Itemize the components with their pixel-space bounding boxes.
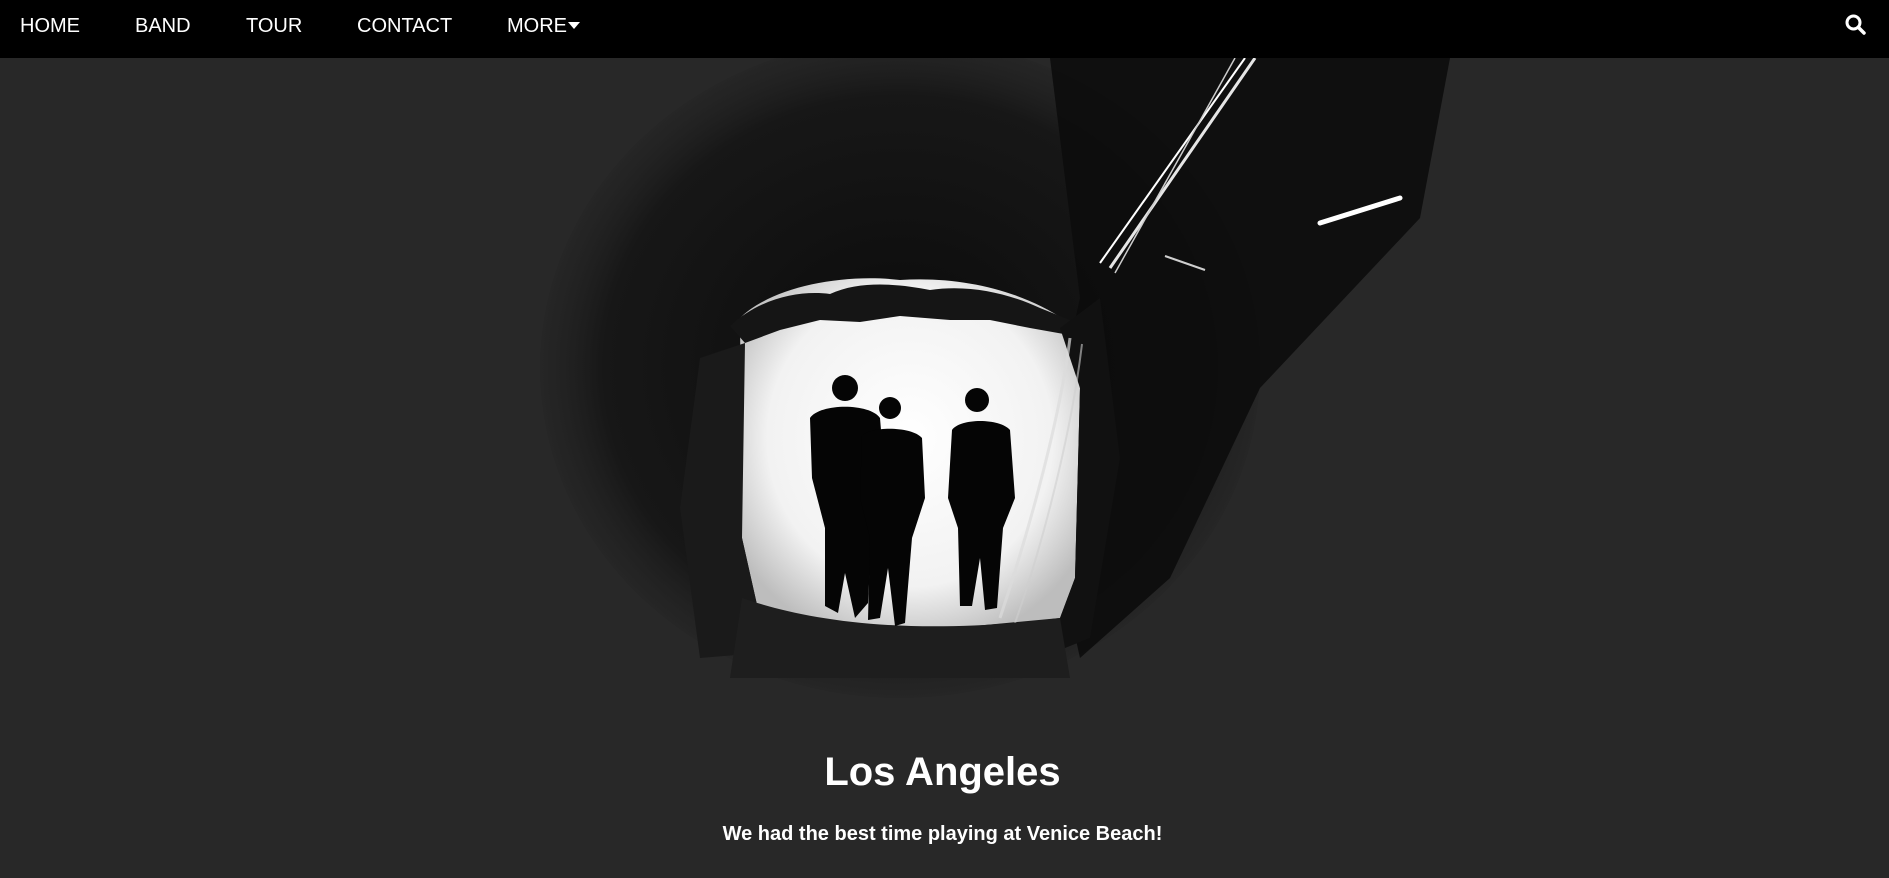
nav-contact-link[interactable]: CONTACT [357,0,452,52]
nav-more-dropdown[interactable]: MORE [507,0,580,52]
search-icon [1845,14,1866,35]
nav-more-label: MORE [507,15,567,37]
nav-tour-link[interactable]: TOUR [246,0,302,52]
top-navbar: HOME BAND TOUR CONTACT MORE [0,0,1889,58]
caret-down-icon [568,22,580,30]
nav-band-link[interactable]: BAND [135,0,191,52]
hero-title: Los Angeles [824,750,1061,794]
search-button[interactable] [1843,12,1869,38]
band-photo [540,58,1450,698]
hero-description: We had the best time playing at Venice B… [722,823,1163,845]
nav-home-link[interactable]: HOME [20,0,80,52]
hero-section: Los Angeles We had the best time playing… [0,58,1889,878]
